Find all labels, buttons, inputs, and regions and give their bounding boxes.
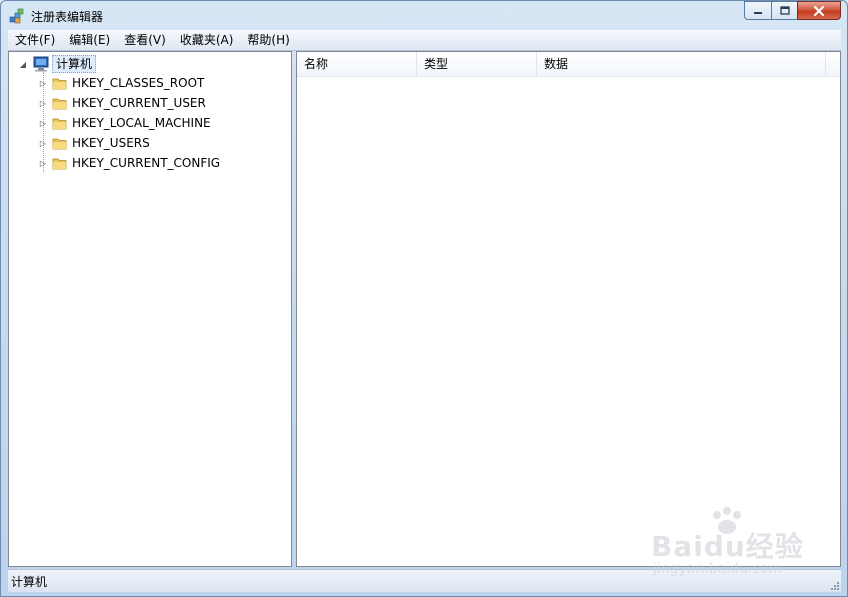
tree-item-label: HKEY_USERS	[72, 136, 150, 150]
tree-item-computer[interactable]: ◢ 计算机	[18, 54, 97, 74]
tree-item-label: HKEY_CURRENT_USER	[72, 96, 206, 110]
expand-arrow-icon[interactable]: ▷	[38, 158, 48, 168]
list-header: 名称 类型 数据	[297, 52, 840, 77]
folder-icon	[52, 118, 67, 129]
close-icon	[813, 5, 825, 16]
column-header-data[interactable]: 数据	[537, 52, 826, 76]
column-header-name[interactable]: 名称	[297, 52, 417, 76]
column-header-type[interactable]: 类型	[417, 52, 537, 76]
registry-editor-window: 注册表编辑器 文件(F) 编辑(E) 查看(V) 收藏夹(A) 帮助(H) ◢ …	[0, 0, 848, 597]
tree-item-hkey-current-user[interactable]: ▷ HKEY_CURRENT_USER	[38, 93, 206, 113]
tree-item-hkey-users[interactable]: ▷ HKEY_USERS	[38, 133, 150, 153]
minimize-button[interactable]	[744, 1, 771, 20]
tree-item-label: HKEY_CURRENT_CONFIG	[72, 156, 221, 170]
expand-arrow-icon[interactable]: ▷	[38, 138, 48, 148]
tree-item-label: 计算机	[52, 55, 97, 73]
tree-item-hkey-current-config[interactable]: ▷ HKEY_CURRENT_CONFIG	[38, 153, 220, 173]
values-list-pane[interactable]: 名称 类型 数据	[296, 51, 841, 567]
menu-file[interactable]: 文件(F)	[8, 30, 62, 50]
watermark: Baidu经验 jingyan.baidu.com	[651, 507, 811, 579]
collapse-arrow-icon[interactable]: ◢	[18, 59, 28, 69]
maximize-icon	[779, 5, 790, 15]
tree-item-hkey-local-machine[interactable]: ▷ HKEY_LOCAL_MACHINE	[38, 113, 211, 133]
watermark-url-text: jingyan.baidu.com	[653, 561, 783, 577]
watermark-main-text: Baidu经验	[651, 530, 804, 563]
expand-arrow-icon[interactable]: ▷	[38, 78, 48, 88]
menu-bar: 文件(F) 编辑(E) 查看(V) 收藏夹(A) 帮助(H)	[8, 30, 841, 51]
folder-icon	[52, 158, 67, 169]
resize-grip-icon[interactable]	[829, 580, 839, 590]
minimize-icon	[754, 11, 762, 14]
menu-view[interactable]: 查看(V)	[117, 30, 173, 50]
title-bar[interactable]: 注册表编辑器	[1, 1, 847, 30]
folder-icon	[52, 138, 67, 149]
window-title: 注册表编辑器	[31, 10, 104, 24]
registry-editor-icon	[9, 8, 24, 24]
caption-buttons	[744, 1, 841, 21]
maximize-button[interactable]	[771, 1, 797, 20]
status-text: 计算机	[11, 575, 48, 589]
menu-favorites[interactable]: 收藏夹(A)	[173, 30, 241, 50]
expand-arrow-icon[interactable]: ▷	[38, 98, 48, 108]
folder-icon	[52, 78, 67, 89]
menu-help[interactable]: 帮助(H)	[240, 30, 296, 50]
expand-arrow-icon[interactable]: ▷	[38, 118, 48, 128]
tree-item-hkey-classes-root[interactable]: ▷ HKEY_CLASSES_ROOT	[38, 73, 204, 93]
close-button[interactable]	[797, 1, 841, 20]
tree-item-label: HKEY_CLASSES_ROOT	[72, 76, 205, 90]
computer-icon	[33, 56, 49, 72]
folder-icon	[52, 98, 67, 109]
menu-edit[interactable]: 编辑(E)	[62, 30, 117, 50]
tree-pane[interactable]: ◢ 计算机 ▷ HKEY_CLASSES_ROOT ▷ HKEY_CURRENT…	[8, 51, 292, 567]
tree-item-label: HKEY_LOCAL_MACHINE	[72, 116, 211, 130]
